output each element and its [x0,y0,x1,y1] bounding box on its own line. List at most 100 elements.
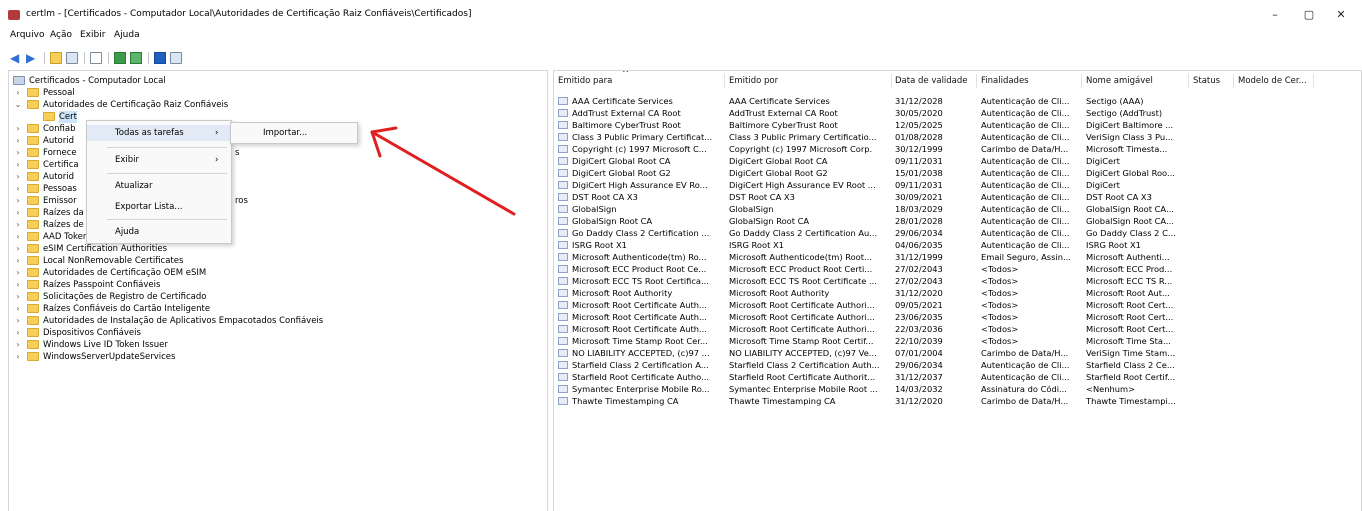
column-divider[interactable] [1233,74,1234,88]
forward-arrow-icon[interactable]: ▶ [26,52,38,64]
chevron-right-icon[interactable]: › [13,267,23,279]
table-row[interactable]: Copyright (c) 1997 Microsoft C... Copyrig… [554,143,1361,155]
show-hide-tree-icon[interactable] [66,52,78,64]
table-cell: Autenticação de Cli... [981,216,1070,226]
chevron-right-icon[interactable]: › [13,351,23,363]
chevron-right-icon[interactable]: › [13,279,23,291]
column-divider[interactable] [1188,74,1189,88]
chevron-right-icon[interactable]: › [13,231,23,243]
back-arrow-icon[interactable]: ◀ [10,52,22,64]
table-row[interactable]: AddTrust External CA Root AddTrust Extern… [554,107,1361,119]
up-folder-icon[interactable] [50,52,62,64]
column-divider[interactable] [724,74,725,88]
column-divider[interactable] [976,74,977,88]
column-header-nome-amigavel[interactable]: Nome amigável [1086,71,1186,91]
table-cell: Autenticação de Cli... [981,372,1070,382]
menu-ajuda[interactable]: Ajuda [114,30,140,40]
chevron-right-icon[interactable]: › [13,87,23,99]
table-row[interactable]: DigiCert Global Root G2 DigiCert Global R… [554,167,1361,179]
column-divider[interactable] [1313,74,1314,88]
table-cell: Carimbo de Data/H... [981,348,1069,358]
menu-exibir[interactable]: Exibir [80,30,105,40]
table-row[interactable]: Microsoft Root Certificate Auth... Micros… [554,311,1361,323]
column-header-data-validade[interactable]: Data de validade [895,71,975,91]
chevron-right-icon[interactable]: › [13,303,23,315]
chevron-right-icon[interactable]: › [13,135,23,147]
chevron-right-icon[interactable]: › [13,147,23,159]
table-row[interactable]: DST Root CA X3 DST Root CA X3 30/09/2021 Au… [554,191,1361,203]
tree-item-label: Emissor [43,196,77,206]
menu-item-exibir[interactable]: Exibir › [87,152,231,168]
minimize-button[interactable]: – [1260,6,1290,24]
table-row[interactable]: DigiCert Global Root CA DigiCert Global R… [554,155,1361,167]
chevron-right-icon[interactable]: › [13,183,23,195]
certificate-icon [558,181,568,189]
table-row[interactable]: Starfield Class 2 Certification A... Star… [554,359,1361,371]
column-divider[interactable] [1081,74,1082,88]
menu-item-atualizar[interactable]: Atualizar [87,178,231,194]
chevron-right-icon[interactable]: › [13,123,23,135]
table-row[interactable]: Starfield Root Certificate Autho... Starf… [554,371,1361,383]
table-cell: 04/06/2035 [895,240,943,250]
table-row[interactable]: Microsoft Time Stamp Root Cer... Microsof… [554,335,1361,347]
chevron-right-icon[interactable]: › [13,339,23,351]
table-row[interactable]: Go Daddy Class 2 Certification ... Go Dad… [554,227,1361,239]
chevron-right-icon[interactable]: › [13,207,23,219]
delete-icon[interactable] [90,52,102,64]
menu-acao[interactable]: Ação [50,30,72,40]
table-row[interactable]: Microsoft Root Authority Microsoft Root A… [554,287,1361,299]
column-header-emitido-por[interactable]: Emitido por [729,71,889,91]
table-row[interactable]: GlobalSign Root CA GlobalSign Root CA 28/0… [554,215,1361,227]
column-header-emitido-para[interactable]: Emitido para [558,71,724,91]
table-row[interactable]: NO LIABILITY ACCEPTED, (c)97 ... NO LIABI… [554,347,1361,359]
column-header-modelo-certificado[interactable]: Modelo de Cer... [1238,71,1338,91]
export-list-icon[interactable] [130,52,142,64]
menu-item-importar[interactable]: Importar... [231,125,357,141]
table-row[interactable]: Microsoft ECC Product Root Ce... Microsof… [554,263,1361,275]
column-header-finalidades[interactable]: Finalidades [981,71,1081,91]
table-row[interactable]: AAA Certificate Services AAA Certificate … [554,95,1361,107]
chevron-right-icon[interactable]: › [13,255,23,267]
column-divider[interactable] [891,74,892,88]
tree-item-label: Pessoal [43,88,75,98]
chevron-right-icon[interactable]: › [13,195,23,207]
table-cell: Go Daddy Class 2 Certification Au... [729,228,878,238]
table-row[interactable]: Symantec Enterprise Mobile Ro... Symantec… [554,383,1361,395]
chevron-down-icon[interactable]: ⌄ [13,99,23,111]
table-row[interactable]: Microsoft ECC TS Root Certifica... Micros… [554,275,1361,287]
help-icon[interactable] [154,52,166,64]
table-row[interactable]: DigiCert High Assurance EV Ro... DigiCert… [554,179,1361,191]
table-row[interactable]: Microsoft Root Certificate Auth... Micros… [554,323,1361,335]
table-cell: Copyright (c) 1997 Microsoft Corp. [729,144,873,154]
folder-icon [27,100,39,109]
chevron-right-icon[interactable]: › [13,315,23,327]
table-row[interactable]: Microsoft Authenticode(tm) Ro... Microsof… [554,251,1361,263]
chevron-right-icon[interactable]: › [13,219,23,231]
chevron-right-icon[interactable]: › [13,243,23,255]
chevron-right-icon[interactable]: › [13,159,23,171]
table-row[interactable]: Class 3 Public Primary Certificat... Clas… [554,131,1361,143]
properties-icon[interactable] [170,52,182,64]
table-row[interactable]: ISRG Root X1 ISRG Root X1 04/06/2035 Autent… [554,239,1361,251]
table-cell: Microsoft Root Certificate Auth... [572,300,707,310]
column-header-status[interactable]: Status [1193,71,1233,91]
table-cell: Microsoft Time Stamp Root Certif... [729,336,874,346]
maximize-button[interactable]: ▢ [1294,6,1324,24]
menu-item-exportar-lista[interactable]: Exportar Lista... [87,199,231,215]
table-cell: DigiCert [1086,156,1120,166]
close-button[interactable]: ✕ [1326,6,1356,24]
table-row[interactable]: Baltimore CyberTrust Root Baltimore Cyber… [554,119,1361,131]
menu-item-todas-as-tarefas[interactable]: Todas as tarefas › [87,125,231,141]
table-cell: Thawte Timestampi... [1086,396,1176,406]
menu-arquivo[interactable]: Arquivo [10,30,44,40]
chevron-right-icon[interactable]: › [13,171,23,183]
chevron-right-icon[interactable]: › [13,291,23,303]
tree-item-label: Raízes Passpoint Confiáveis [43,280,161,290]
table-row[interactable]: Microsoft Root Certificate Auth... Micros… [554,299,1361,311]
refresh-icon[interactable] [114,52,126,64]
menu-item-ajuda[interactable]: Ajuda [87,224,231,240]
table-row[interactable]: Thawte Timestamping CA Thawte Timestampin… [554,395,1361,407]
table-cell: <Todos> [981,264,1019,274]
table-row[interactable]: GlobalSign GlobalSign 18/03/2029 Autenticaç… [554,203,1361,215]
chevron-right-icon[interactable]: › [13,327,23,339]
